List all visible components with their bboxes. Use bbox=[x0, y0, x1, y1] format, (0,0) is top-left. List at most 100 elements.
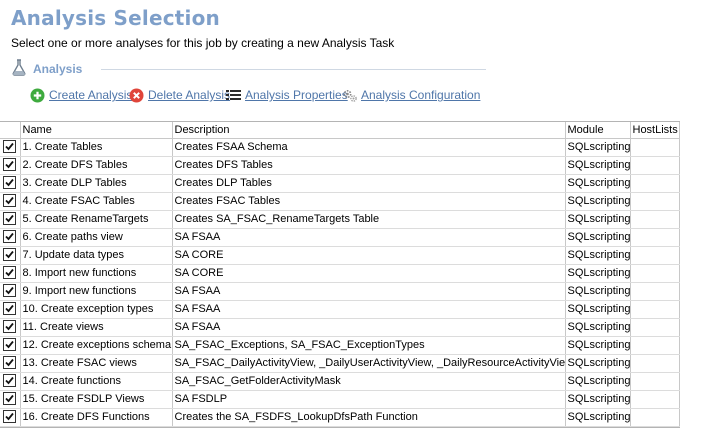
table-row[interactable]: 8. Import new functions SA CORE SQLscripti… bbox=[0, 264, 680, 283]
table-row[interactable]: 3. Create DLP Tables Creates DLP Tables SQ… bbox=[0, 174, 680, 193]
row-checkbox-cell bbox=[0, 246, 21, 265]
delete-analysis-button[interactable]: Delete Analysis bbox=[129, 86, 230, 104]
row-checkbox-cell bbox=[0, 228, 21, 247]
table-row[interactable]: 6. Create paths view SA FSAA SQLscripting bbox=[0, 228, 680, 247]
row-checkbox-cell bbox=[0, 390, 21, 409]
cell-description: Creates FSAA Schema bbox=[172, 138, 566, 157]
row-checkbox[interactable] bbox=[3, 139, 17, 153]
cell-module: SQLscripting bbox=[565, 282, 631, 301]
table-row[interactable]: 12. Create exceptions schema SA_FSAC_Exce… bbox=[0, 336, 680, 355]
section-label: Analysis bbox=[33, 62, 83, 76]
row-checkbox[interactable] bbox=[3, 355, 17, 369]
row-checkbox-cell bbox=[0, 372, 21, 391]
table-row[interactable]: 7. Update data types SA CORE SQLscripting bbox=[0, 246, 680, 265]
column-header-name[interactable]: Name bbox=[20, 122, 173, 139]
row-checkbox-cell bbox=[0, 192, 21, 211]
row-checkbox[interactable] bbox=[3, 229, 17, 243]
analysis-properties-label: Analysis Properties bbox=[245, 88, 348, 102]
cell-hostlists bbox=[630, 372, 680, 391]
cell-hostlists bbox=[630, 282, 680, 301]
table-row[interactable]: 5. Create RenameTargets Creates SA_FSAC_R… bbox=[0, 210, 680, 229]
table-row[interactable]: 10. Create exception types SA FSAA SQLscri… bbox=[0, 300, 680, 319]
cell-description: Creates SA_FSAC_RenameTargets Table bbox=[172, 210, 566, 229]
cell-module: SQLscripting bbox=[565, 228, 631, 247]
table-row[interactable]: 11. Create views SA FSAA SQLscripting bbox=[0, 318, 680, 337]
cell-description: Creates the SA_FSDFS_LookupDfsPath Funct… bbox=[172, 408, 566, 427]
cell-name: 15. Create FSDLP Views bbox=[20, 390, 173, 409]
row-checkbox[interactable] bbox=[3, 409, 17, 423]
cell-description: SA FSAA bbox=[172, 282, 566, 301]
row-checkbox-cell bbox=[0, 318, 21, 337]
table-row[interactable]: 14. Create functions SA_FSAC_GetFolderAct… bbox=[0, 372, 680, 391]
create-analysis-button[interactable]: Create Analysis bbox=[30, 86, 132, 104]
row-checkbox[interactable] bbox=[3, 391, 17, 405]
cell-module: SQLscripting bbox=[565, 300, 631, 319]
row-checkbox[interactable] bbox=[3, 265, 17, 279]
cell-name: 7. Update data types bbox=[20, 246, 173, 265]
row-checkbox-cell bbox=[0, 210, 21, 229]
row-checkbox[interactable] bbox=[3, 175, 17, 189]
flask-icon bbox=[11, 59, 27, 81]
cell-module: SQLscripting bbox=[565, 192, 631, 211]
table-row[interactable]: 9. Import new functions SA FSAA SQLscripti… bbox=[0, 282, 680, 301]
cell-module: SQLscripting bbox=[565, 354, 631, 373]
cell-module: SQLscripting bbox=[565, 264, 631, 283]
table-row[interactable]: 15. Create FSDLP Views SA FSDLP SQLscripti… bbox=[0, 390, 680, 409]
cell-hostlists bbox=[630, 138, 680, 157]
cell-description: SA CORE bbox=[172, 264, 566, 283]
row-checkbox[interactable] bbox=[3, 283, 17, 297]
row-checkbox[interactable] bbox=[3, 319, 17, 333]
table-row[interactable]: 16. Create DFS Functions Creates the SA_F… bbox=[0, 408, 680, 427]
cell-name: 14. Create functions bbox=[20, 372, 173, 391]
table-row[interactable]: 1. Create Tables Creates FSAA Schema SQLsc… bbox=[0, 138, 680, 157]
cell-module: SQLscripting bbox=[565, 318, 631, 337]
cell-description: SA_FSAC_GetFolderActivityMask bbox=[172, 372, 566, 391]
analysis-configuration-label: Analysis Configuration bbox=[361, 88, 481, 102]
row-checkbox-cell bbox=[0, 156, 21, 175]
column-header-module[interactable]: Module bbox=[565, 122, 631, 139]
column-header-description[interactable]: Description bbox=[172, 122, 566, 139]
cell-description: SA FSAA bbox=[172, 318, 566, 337]
analysis-properties-button[interactable]: Analysis Properties bbox=[226, 86, 348, 104]
analysis-configuration-button[interactable]: Analysis Configuration bbox=[342, 86, 480, 104]
grid-header-row: Name Description Module HostLists bbox=[0, 122, 680, 139]
row-checkbox[interactable] bbox=[3, 157, 17, 171]
cell-hostlists bbox=[630, 300, 680, 319]
cell-name: 2. Create DFS Tables bbox=[20, 156, 173, 175]
table-row[interactable]: 4. Create FSAC Tables Creates FSAC Tables… bbox=[0, 192, 680, 211]
cell-hostlists bbox=[630, 156, 680, 175]
cell-hostlists bbox=[630, 210, 680, 229]
cell-module: SQLscripting bbox=[565, 138, 631, 157]
delete-analysis-label: Delete Analysis bbox=[148, 88, 231, 102]
row-checkbox[interactable] bbox=[3, 301, 17, 315]
analysis-section-header: Analysis bbox=[11, 59, 486, 79]
cell-module: SQLscripting bbox=[565, 156, 631, 175]
cell-hostlists bbox=[630, 354, 680, 373]
row-checkbox[interactable] bbox=[3, 247, 17, 261]
row-checkbox[interactable] bbox=[3, 193, 17, 207]
cell-hostlists bbox=[630, 408, 680, 427]
cell-name: 16. Create DFS Functions bbox=[20, 408, 173, 427]
row-checkbox-cell bbox=[0, 138, 21, 157]
cell-hostlists bbox=[630, 318, 680, 337]
column-header-hostlists[interactable]: HostLists bbox=[630, 122, 680, 139]
table-row[interactable]: 13. Create FSAC views SA_FSAC_DailyActivi… bbox=[0, 354, 680, 373]
gears-icon bbox=[342, 88, 357, 103]
cell-name: 12. Create exceptions schema bbox=[20, 336, 173, 355]
cell-hostlists bbox=[630, 174, 680, 193]
cell-description: SA FSDLP bbox=[172, 390, 566, 409]
cell-description: SA CORE bbox=[172, 246, 566, 265]
cell-description: SA_FSAC_Exceptions, SA_FSAC_ExceptionTyp… bbox=[172, 336, 566, 355]
row-checkbox[interactable] bbox=[3, 373, 17, 387]
cell-name: 1. Create Tables bbox=[20, 138, 173, 157]
table-row[interactable]: 2. Create DFS Tables Creates DFS Tables SQ… bbox=[0, 156, 680, 175]
cell-hostlists bbox=[630, 192, 680, 211]
row-checkbox[interactable] bbox=[3, 337, 17, 351]
cell-name: 4. Create FSAC Tables bbox=[20, 192, 173, 211]
cell-module: SQLscripting bbox=[565, 246, 631, 265]
row-checkbox[interactable] bbox=[3, 211, 17, 225]
cell-name: 8. Import new functions bbox=[20, 264, 173, 283]
cell-name: 9. Import new functions bbox=[20, 282, 173, 301]
row-checkbox-cell bbox=[0, 354, 21, 373]
cell-hostlists bbox=[630, 246, 680, 265]
